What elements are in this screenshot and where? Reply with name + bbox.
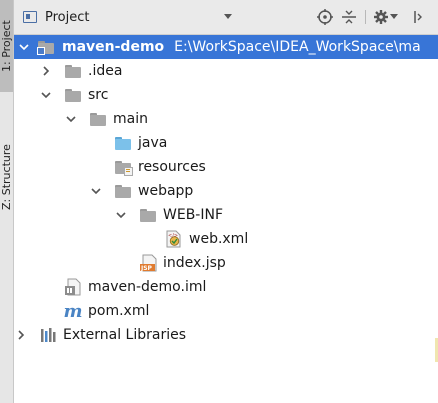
tree-row-java[interactable]: java: [14, 131, 438, 155]
left-tool-strip: 1: Project Z: Structure: [0, 0, 14, 403]
libraries-icon: [40, 327, 58, 343]
tree-row-external-libraries[interactable]: External Libraries: [14, 323, 438, 347]
header-separator: [365, 10, 366, 24]
tree-label-row: maven-demo E:\WorkSpace\IDEA_WorkSpace\ma: [62, 39, 421, 55]
tree-row-web-inf[interactable]: WEB-INF: [14, 203, 438, 227]
tree-row-web-xml[interactable]: </> web.xml: [14, 227, 438, 251]
project-tree: maven-demo E:\WorkSpace\IDEA_WorkSpace\ma…: [14, 35, 438, 403]
collapse-icon[interactable]: [340, 8, 358, 26]
expand-arrow-icon[interactable]: [18, 41, 30, 53]
tree-label-src: src: [88, 87, 109, 103]
locate-icon[interactable]: [316, 8, 334, 26]
iml-file-icon: [65, 278, 81, 296]
project-view-title[interactable]: Project: [45, 10, 89, 25]
svg-text:JSP: JSP: [140, 265, 153, 272]
expand-arrow-icon[interactable]: [40, 89, 52, 101]
folder-icon: [90, 112, 106, 126]
expand-arrow-icon[interactable]: [90, 185, 102, 197]
tree-row-resources[interactable]: resources: [14, 155, 438, 179]
collapsed-arrow-icon[interactable]: [40, 65, 52, 77]
svg-text:</>: </>: [168, 233, 178, 239]
folder-icon: [140, 208, 156, 222]
view-dropdown-icon[interactable]: [224, 14, 232, 19]
jsp-file-icon: JSP: [140, 254, 158, 272]
hide-icon[interactable]: [406, 8, 424, 26]
tree-label-main: main: [113, 111, 148, 127]
side-tab-project[interactable]: 1: Project: [0, 0, 13, 92]
project-view-icon: [23, 11, 37, 23]
expand-arrow-icon[interactable]: [65, 113, 77, 125]
tree-row-main[interactable]: main: [14, 107, 438, 131]
side-tab-project-label: 1: Project: [0, 20, 13, 72]
tree-label-idea: .idea: [88, 63, 123, 79]
collapsed-arrow-icon[interactable]: [15, 329, 27, 341]
tree-row-maven-demo-iml[interactable]: maven-demo.iml: [14, 275, 438, 299]
side-tab-structure[interactable]: Z: Structure: [0, 122, 13, 232]
tree-row-pom-xml[interactable]: m pom.xml: [14, 299, 438, 323]
module-folder-icon: [37, 40, 54, 55]
xml-file-icon: </>: [166, 230, 182, 248]
tree-label-web-xml: web.xml: [189, 231, 249, 247]
tree-row-webapp[interactable]: webapp: [14, 179, 438, 203]
tree-path-maven-demo: E:\WorkSpace\IDEA_WorkSpace\ma: [174, 39, 421, 55]
gear-dropdown-icon[interactable]: [389, 8, 399, 26]
tree-row-maven-demo[interactable]: maven-demo E:\WorkSpace\IDEA_WorkSpace\ma: [14, 35, 438, 59]
tree-label-java: java: [138, 135, 168, 151]
folder-icon: [65, 88, 81, 102]
gear-icon[interactable]: [372, 8, 390, 26]
folder-icon: [65, 64, 81, 78]
tree-label-resources: resources: [138, 159, 206, 175]
tree-row-index-jsp[interactable]: JSP index.jsp: [14, 251, 438, 275]
tree-row-idea[interactable]: .idea: [14, 59, 438, 83]
tree-row-src[interactable]: src: [14, 83, 438, 107]
project-panel-header: Project: [14, 0, 438, 35]
maven-icon: m: [63, 300, 83, 322]
tree-label-maven-demo: maven-demo: [62, 39, 165, 55]
tree-label-webapp: webapp: [138, 183, 194, 199]
side-tab-structure-label: Z: Structure: [0, 144, 13, 210]
tree-label-web-inf: WEB-INF: [163, 207, 223, 223]
tree-label-pom-xml: pom.xml: [88, 303, 150, 319]
tree-label-external-libraries: External Libraries: [63, 327, 186, 343]
tree-label-index-jsp: index.jsp: [163, 255, 226, 271]
resources-folder-icon: [115, 160, 133, 176]
expand-arrow-icon[interactable]: [115, 209, 127, 221]
tree-label-maven-demo-iml: maven-demo.iml: [88, 279, 207, 295]
source-folder-icon: [115, 136, 131, 150]
folder-icon: [115, 184, 131, 198]
